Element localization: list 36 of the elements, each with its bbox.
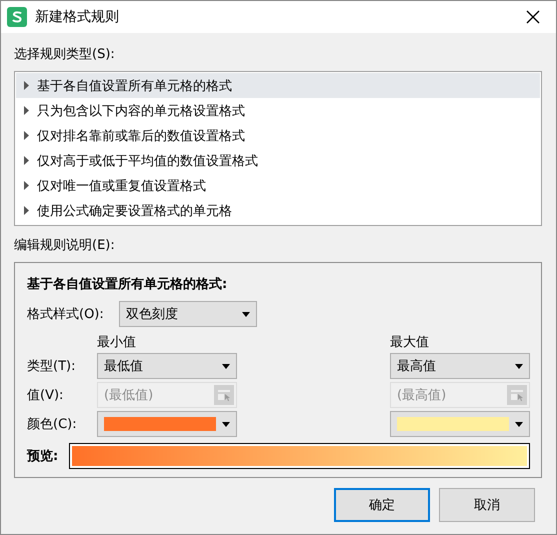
window-title: 新建格式规则 bbox=[35, 8, 120, 26]
format-style-label: 格式样式(O): bbox=[27, 306, 105, 323]
cancel-button[interactable]: 取消 bbox=[439, 488, 535, 522]
value-label: 值(V): bbox=[27, 387, 64, 404]
ok-button[interactable]: 确定 bbox=[334, 488, 430, 522]
rule-type-item[interactable]: 仅对高于或低于平均值的数值设置格式 bbox=[16, 148, 540, 173]
rule-type-label: 选择规则类型(S): bbox=[14, 46, 116, 63]
expand-arrow-icon bbox=[24, 181, 29, 190]
max-header: 最大值 bbox=[390, 335, 429, 350]
expand-arrow-icon bbox=[24, 81, 29, 90]
color-label: 颜色(C): bbox=[27, 416, 78, 433]
range-picker-icon bbox=[507, 385, 527, 405]
dropdown-caret-icon bbox=[242, 312, 250, 316]
expand-arrow-icon bbox=[24, 106, 29, 115]
dropdown-caret-icon bbox=[515, 364, 523, 368]
type-label: 类型(T): bbox=[27, 358, 76, 375]
description-label: 编辑规则说明(E): bbox=[14, 237, 116, 254]
dropdown-caret-icon bbox=[515, 422, 523, 426]
range-picker-icon bbox=[214, 385, 234, 405]
rule-type-item[interactable]: 仅对唯一值或重复值设置格式 bbox=[16, 173, 540, 198]
expand-arrow-icon bbox=[24, 156, 29, 165]
min-color-select[interactable] bbox=[97, 411, 237, 437]
app-logo-icon bbox=[7, 7, 27, 27]
rule-heading: 基于各自值设置所有单元格的格式: bbox=[27, 276, 228, 293]
format-style-select[interactable]: 双色刻度 bbox=[119, 301, 257, 327]
expand-arrow-icon bbox=[24, 206, 29, 215]
max-color-select[interactable] bbox=[390, 411, 530, 437]
rule-type-item[interactable]: 仅对排名靠前或靠后的数值设置格式 bbox=[16, 123, 540, 148]
rule-type-item[interactable]: 只为包含以下内容的单元格设置格式 bbox=[16, 98, 540, 123]
rule-type-item[interactable]: 基于各自值设置所有单元格的格式 bbox=[16, 73, 540, 98]
rule-type-item[interactable]: 使用公式确定要设置格式的单元格 bbox=[16, 198, 540, 223]
dropdown-caret-icon bbox=[222, 422, 230, 426]
min-header: 最小值 bbox=[97, 335, 136, 350]
expand-arrow-icon bbox=[24, 131, 29, 140]
dropdown-caret-icon bbox=[222, 364, 230, 368]
preview-label: 预览: bbox=[27, 448, 60, 465]
